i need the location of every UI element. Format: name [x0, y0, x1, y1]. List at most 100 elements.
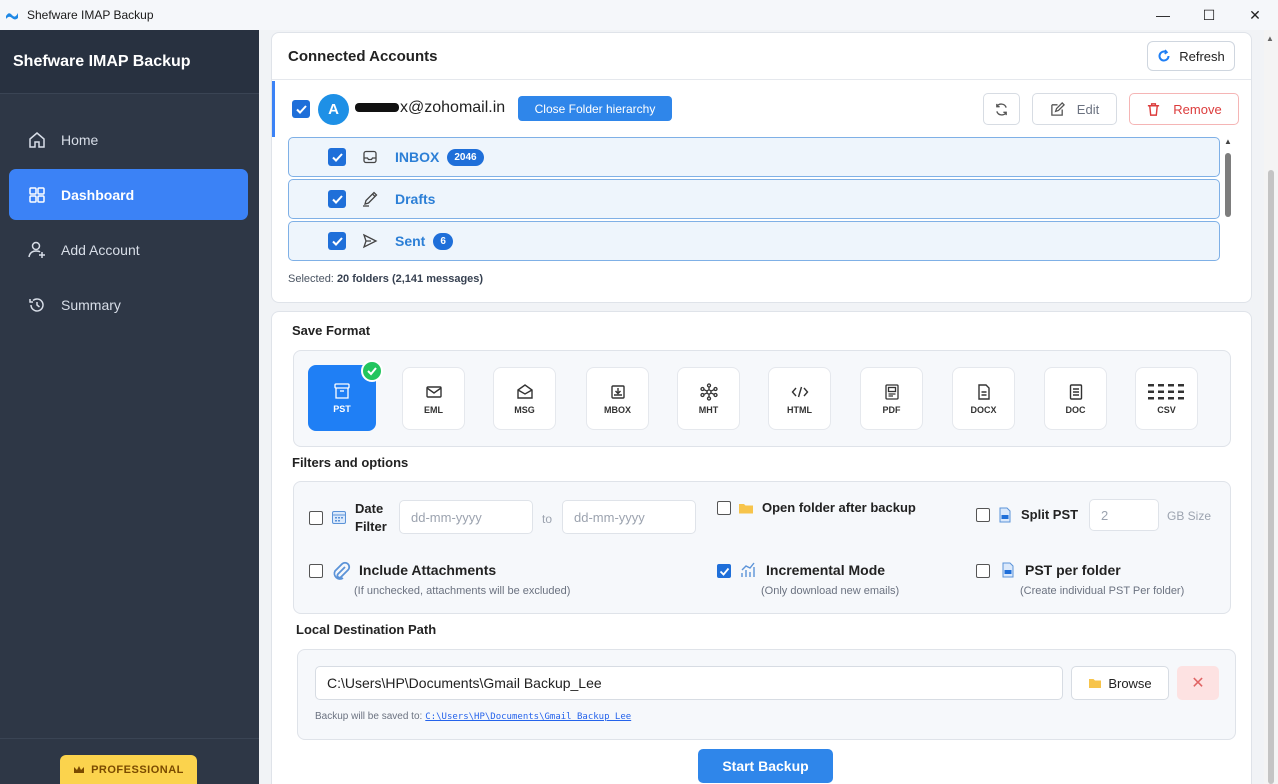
save-location-link[interactable]: C:\Users\HP\Documents\Gmail_Backup_Lee	[425, 712, 631, 722]
incremental-mode-checkbox[interactable]	[717, 564, 731, 578]
account-checkbox[interactable]	[292, 100, 310, 118]
main-scrollbar[interactable]: ▲	[1264, 30, 1278, 784]
sidebar-item-home[interactable]: Home	[9, 114, 248, 165]
date-filter-checkbox[interactable]	[309, 511, 323, 525]
edit-label: Edit	[1076, 101, 1100, 117]
main-scroll-thumb[interactable]	[1268, 170, 1274, 784]
refresh-button[interactable]: Refresh	[1147, 41, 1235, 71]
format-label: MHT	[698, 404, 719, 415]
folder-checkbox[interactable]	[328, 232, 346, 250]
format-mht[interactable]: MHT	[677, 367, 740, 430]
history-icon	[29, 297, 44, 312]
refresh-label: Refresh	[1179, 48, 1225, 64]
folder-row-drafts[interactable]: Drafts	[288, 179, 1220, 219]
check-icon	[295, 104, 307, 114]
dashboard-icon	[29, 186, 45, 203]
selected-summary-value: 20 folders (2,141 messages)	[336, 273, 484, 285]
include-attachments-checkbox[interactable]	[309, 564, 323, 578]
selected-summary-prefix: Selected:	[288, 273, 334, 285]
browse-button[interactable]: Browse	[1071, 666, 1169, 700]
pencil-icon	[363, 191, 378, 207]
check-icon	[331, 194, 343, 204]
sidebar-item-add-account[interactable]: Add Account	[9, 224, 248, 275]
format-label: DOC	[1065, 404, 1086, 415]
sync-account-button[interactable]	[983, 93, 1020, 125]
scroll-up-icon[interactable]: ▲	[1224, 137, 1232, 146]
format-label: HTML	[787, 404, 812, 415]
account-email: x@zohomail.in	[355, 99, 505, 117]
destination-title: Local Destination Path	[296, 622, 437, 637]
open-folder-checkbox[interactable]	[717, 501, 731, 515]
format-panel: PST EML MSG MBOX MHT HTML PDF DOCX DOC C…	[293, 350, 1231, 447]
incremental-mode-note: (Only download new emails)	[761, 585, 900, 597]
date-filter-label-line2: Filter	[355, 519, 387, 534]
minimize-button[interactable]: —	[1140, 0, 1186, 30]
start-backup-button[interactable]: Start Backup	[698, 749, 833, 783]
format-label: MBOX	[604, 404, 631, 415]
destination-path-input[interactable]: C:\Users\HP\Documents\Gmail Backup_Lee	[315, 666, 1063, 700]
selected-check-icon	[361, 360, 383, 382]
refresh-icon	[1158, 49, 1170, 62]
pst-per-folder-label: PST per folder	[1025, 562, 1121, 578]
pst-per-folder-checkbox[interactable]	[976, 564, 990, 578]
folder-checkbox[interactable]	[328, 148, 346, 166]
home-icon	[29, 131, 45, 148]
gb-size-label: GB Size	[1167, 509, 1212, 523]
format-mbox[interactable]: MBOX	[586, 367, 649, 430]
split-pst-size-input[interactable]: 2	[1089, 499, 1159, 531]
tray-download-icon	[610, 384, 625, 399]
close-window-button[interactable]: ✕	[1232, 0, 1278, 30]
avatar: A	[318, 94, 349, 125]
clear-path-button[interactable]: ✕	[1177, 666, 1219, 700]
close-folder-hierarchy-button[interactable]: Close Folder hierarchy	[518, 96, 672, 121]
save-format-title: Save Format	[292, 323, 371, 338]
folder-row-sent[interactable]: Sent 6	[288, 221, 1220, 261]
split-pst-checkbox[interactable]	[976, 508, 990, 522]
folder-checkbox[interactable]	[328, 190, 346, 208]
chart-trend-icon	[741, 562, 755, 577]
format-pst[interactable]: PST	[308, 360, 383, 431]
edit-icon	[1051, 101, 1065, 116]
maximize-button[interactable]: ☐	[1186, 0, 1232, 30]
redaction-mark	[355, 103, 399, 113]
folder-icon	[1089, 679, 1102, 688]
folder-row-inbox[interactable]: INBOX 2046	[288, 137, 1220, 177]
save-location-note: Backup will be saved to: C:\Users\HP\Docu…	[315, 711, 631, 722]
remove-account-button[interactable]: Remove	[1129, 93, 1239, 125]
date-to-input[interactable]: dd-mm-yyyy	[562, 500, 696, 534]
format-msg[interactable]: MSG	[493, 367, 556, 430]
account-row: A x@zohomail.in Close Folder hierarchy E…	[272, 81, 1251, 137]
folder-list-scrollbar[interactable]: ▲	[1223, 137, 1233, 263]
save-location-prefix: Backup will be saved to:	[315, 711, 423, 722]
window-title: Shefware IMAP Backup	[27, 8, 154, 22]
scroll-up-icon[interactable]: ▲	[1266, 34, 1274, 43]
trash-icon	[1148, 102, 1160, 116]
envelope-icon	[425, 385, 442, 398]
check-icon	[331, 236, 343, 246]
folder-list: INBOX 2046 Drafts Sent 6	[288, 137, 1238, 263]
sidebar-item-summary[interactable]: Summary	[9, 279, 248, 330]
selected-summary: Selected: 20 folders (2,141 messages)	[288, 273, 483, 285]
network-icon	[699, 382, 718, 401]
pst-per-folder-note: (Create individual PST Per folder)	[1020, 585, 1185, 597]
edit-account-button[interactable]: Edit	[1032, 93, 1117, 125]
format-label: PDF	[882, 404, 901, 415]
browse-label: Browse	[1108, 675, 1152, 691]
date-from-input[interactable]: dd-mm-yyyy	[399, 500, 533, 534]
format-docx[interactable]: DOCX	[952, 367, 1015, 430]
date-to-label: to	[542, 512, 553, 526]
format-csv[interactable]: CSV	[1135, 367, 1198, 430]
folder-scroll-thumb[interactable]	[1225, 153, 1231, 217]
format-doc[interactable]: DOC	[1044, 367, 1107, 430]
sidebar-item-dashboard[interactable]: Dashboard	[9, 169, 248, 220]
format-html[interactable]: HTML	[768, 367, 831, 430]
open-folder-label: Open folder after backup	[762, 500, 916, 515]
format-label: DOCX	[970, 404, 997, 415]
sidebar-item-label: Summary	[61, 296, 121, 313]
format-eml[interactable]: EML	[402, 367, 465, 430]
account-email-text: x@zohomail.in	[400, 99, 506, 116]
title-bar: Shefware IMAP Backup — ☐ ✕	[0, 0, 1278, 30]
main-content: Connected Accounts Refresh A x@zohomail.…	[259, 30, 1264, 784]
pst-file-icon	[999, 507, 1011, 523]
format-pdf[interactable]: PDF	[860, 367, 923, 430]
